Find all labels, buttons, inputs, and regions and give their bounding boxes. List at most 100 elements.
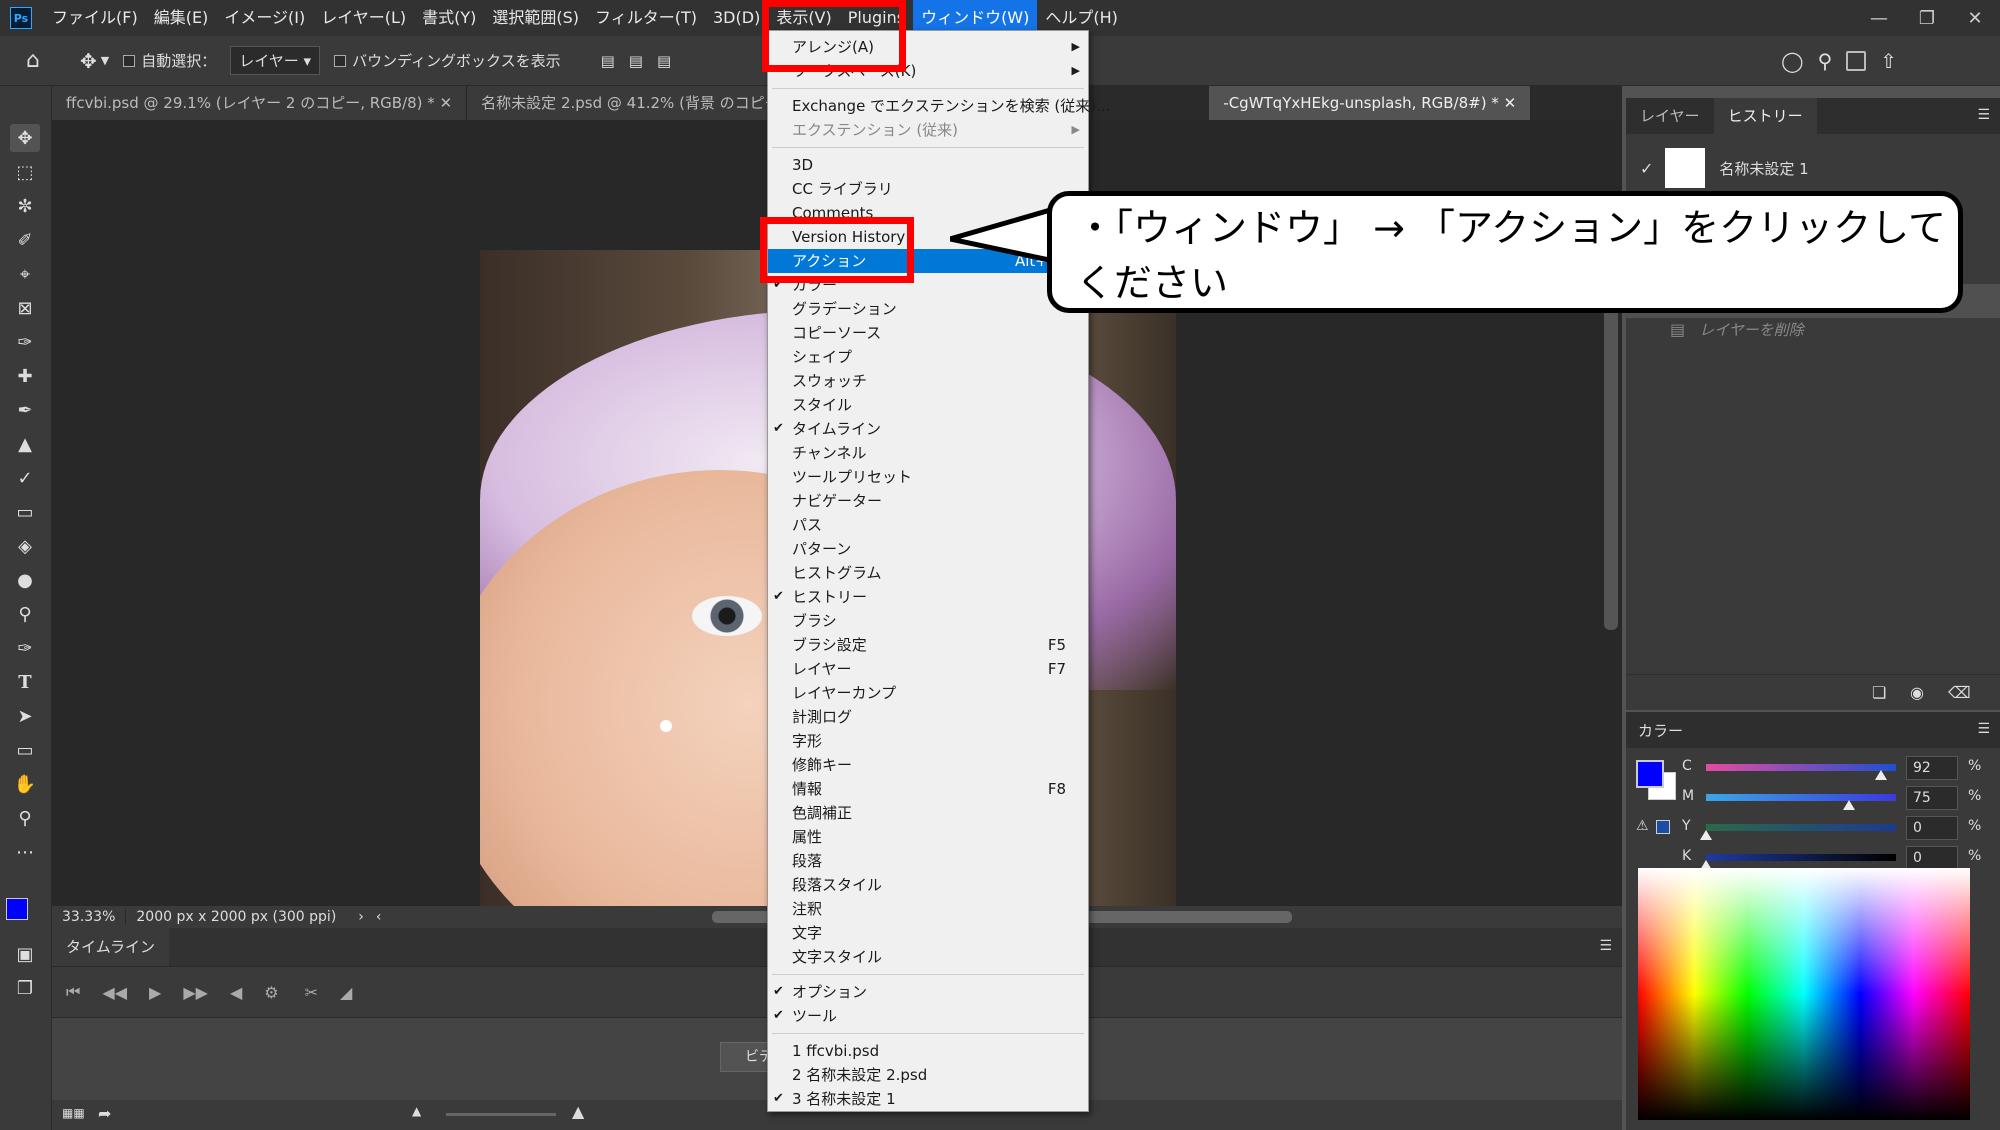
healing-tool-icon[interactable]: ✚	[10, 362, 40, 390]
window-menu-item-26[interactable]: ブラシ設定 F5	[768, 633, 1088, 657]
window-menu-item-13[interactable]: コピーソース	[768, 321, 1088, 345]
zoom-out-icon[interactable]: ▲	[412, 1104, 421, 1118]
menu-6[interactable]: フィルター(T)	[587, 0, 705, 36]
window-menu-item-6[interactable]: 3D	[768, 153, 1088, 177]
pen-tool-icon[interactable]: ✑	[10, 634, 40, 662]
window-menu-item-19[interactable]: ツールプリセット	[768, 465, 1088, 489]
window-menu-item-28[interactable]: レイヤーカンプ	[768, 681, 1088, 705]
slider-thumb[interactable]	[1874, 770, 1887, 780]
history-snapshot[interactable]: ✓ 名称未設定 1	[1626, 144, 2000, 192]
render-icon[interactable]: ➦	[98, 1104, 111, 1123]
foreground-color-swatch[interactable]	[1636, 760, 1664, 788]
window-menu-item-21[interactable]: パス	[768, 513, 1088, 537]
slider-thumb[interactable]	[1700, 830, 1712, 840]
window-menu-item-42[interactable]: ✔ ツール	[768, 1004, 1088, 1028]
timeline-zoom-slider[interactable]	[446, 1113, 556, 1116]
minimize-icon[interactable]: —	[1856, 0, 1902, 36]
close-icon[interactable]: ✕	[1952, 0, 1998, 36]
quick-select-tool-icon[interactable]: ✐	[10, 226, 40, 254]
tab-unsplash[interactable]: -CgWTqYxHEkg-unsplash, RGB/8#) * ✕	[1209, 86, 1532, 120]
eyedropper-tool-icon[interactable]: ✑	[10, 328, 40, 356]
lasso-tool-icon[interactable]: ✼	[10, 192, 40, 220]
search-icon[interactable]: ⚲	[1818, 49, 1833, 73]
move-tool-icon[interactable]: ✥	[10, 124, 40, 152]
history-brush-icon[interactable]: ✓	[1640, 159, 1653, 178]
zoom-in-icon[interactable]: ▲	[572, 1102, 584, 1121]
window-menu-item-38[interactable]: 文字	[768, 921, 1088, 945]
share-icon[interactable]: ⇧	[1880, 49, 1897, 73]
chevron-right-icon[interactable]: ›	[346, 909, 376, 925]
window-menu-item-29[interactable]: 計測ログ	[768, 705, 1088, 729]
slider-value-input[interactable]: 0	[1906, 816, 1958, 840]
transition-icon[interactable]: ◢	[340, 983, 352, 1002]
history-item[interactable]: ▤ レイヤーを削除	[1626, 312, 2000, 346]
first-frame-icon[interactable]: ⏮	[66, 982, 80, 1002]
timeline-title[interactable]: タイムライン	[52, 928, 169, 966]
workspace-icon[interactable]	[1846, 50, 1867, 71]
window-menu-item-15[interactable]: スウォッチ	[768, 369, 1088, 393]
new-document-icon[interactable]: ❏	[1872, 683, 1886, 702]
auto-select-checkbox[interactable]: 自動選択：	[123, 50, 216, 71]
align-center-icon[interactable]: ▤	[629, 52, 643, 70]
vertical-scrollbar[interactable]	[1604, 300, 1618, 630]
slider-value-input[interactable]: 92	[1906, 756, 1958, 780]
slider-track[interactable]	[1706, 794, 1896, 801]
align-right-icon[interactable]: ▤	[657, 52, 671, 70]
window-menu-item-24[interactable]: ✔ ヒストリー	[768, 585, 1088, 609]
window-menu-item-16[interactable]: スタイル	[768, 393, 1088, 417]
tab-history[interactable]: ヒストリー	[1713, 98, 1817, 134]
scissors-icon[interactable]: ✂	[305, 983, 318, 1002]
window-menu-item-36[interactable]: 段落スタイル	[768, 873, 1088, 897]
path-select-tool-icon[interactable]: ➤	[10, 702, 40, 730]
frame-tool-icon[interactable]: ⊠	[10, 294, 40, 322]
rectangle-tool-icon[interactable]: ▭	[10, 736, 40, 764]
panel-menu-icon[interactable]: ☰	[1977, 721, 1990, 737]
brush-tool-icon[interactable]: ✒	[10, 396, 40, 424]
window-menu-item-39[interactable]: 文字スタイル	[768, 945, 1088, 969]
close-icon[interactable]: ✕	[1504, 94, 1517, 112]
auto-select-dropdown[interactable]: レイヤー ▾	[230, 46, 321, 75]
bbox-checkbox[interactable]: バウンディングボックスを表示	[334, 50, 561, 71]
window-menu-item-17[interactable]: ✔ タイムライン	[768, 417, 1088, 441]
menu-5[interactable]: 選択範囲(S)	[484, 0, 587, 36]
window-menu-item-12[interactable]: グラデーション	[768, 297, 1088, 321]
prev-frame-icon[interactable]: ◀◀	[102, 983, 127, 1002]
close-icon[interactable]: ✕	[440, 94, 453, 112]
window-menu-item-45[interactable]: 2 名称未設定 2.psd	[768, 1063, 1088, 1087]
next-frame-icon[interactable]: ▶▶	[183, 983, 208, 1002]
stamp-tool-icon[interactable]: ▲	[10, 430, 40, 458]
window-menu-item-46[interactable]: ✔ 3 名称未設定 1	[768, 1087, 1088, 1111]
user-search-icon[interactable]: ◯	[1781, 49, 1803, 73]
tab-layers[interactable]: レイヤー	[1626, 98, 1714, 134]
window-menu-item-33[interactable]: 色調補正	[768, 801, 1088, 825]
slider-track[interactable]	[1706, 824, 1896, 831]
audio-icon[interactable]: ◀	[230, 983, 242, 1002]
panel-menu-icon[interactable]: ☰	[1599, 938, 1612, 954]
marquee-tool-icon[interactable]: ⬚	[10, 158, 40, 186]
window-menu-item-25[interactable]: ブラシ	[768, 609, 1088, 633]
tab-ffcvbi[interactable]: ffcvbi.psd @ 29.1% (レイヤー 2 のコピー, RGB/8) …	[52, 86, 468, 120]
screen-mode-icon[interactable]: ❐	[10, 974, 40, 1002]
blur-tool-icon[interactable]: ●	[10, 566, 40, 594]
quick-mask-icon[interactable]: ▣	[10, 940, 40, 968]
menu-0[interactable]: ファイル(F)	[44, 0, 146, 36]
color-panel-title[interactable]: カラー	[1638, 720, 1683, 741]
align-left-icon[interactable]: ▤	[601, 52, 615, 70]
chevron-down-icon[interactable]: ▼	[101, 54, 109, 67]
type-tool-icon[interactable]: T	[10, 668, 40, 696]
eraser-tool-icon[interactable]: ▭	[10, 498, 40, 526]
menu-2[interactable]: イメージ(I)	[216, 0, 313, 36]
menu-3[interactable]: レイヤー(L)	[313, 0, 414, 36]
more-tools-icon[interactable]: ⋯	[10, 838, 40, 866]
slider-track[interactable]	[1706, 854, 1896, 861]
restore-icon[interactable]: ❐	[1904, 0, 1950, 36]
slider-value-input[interactable]: 75	[1906, 786, 1958, 810]
slider-value-input[interactable]: 0	[1906, 846, 1958, 870]
window-menu-item-3[interactable]: Exchange でエクステンションを検索 (従来)...	[768, 94, 1110, 118]
play-icon[interactable]: ▶	[149, 983, 161, 1002]
crop-tool-icon[interactable]: ⌖	[10, 260, 40, 288]
menu-1[interactable]: 編集(E)	[146, 0, 217, 36]
window-menu-item-32[interactable]: 情報 F8	[768, 777, 1088, 801]
menu-7[interactable]: 3D(D)	[705, 0, 768, 36]
window-menu-item-14[interactable]: シェイプ	[768, 345, 1088, 369]
